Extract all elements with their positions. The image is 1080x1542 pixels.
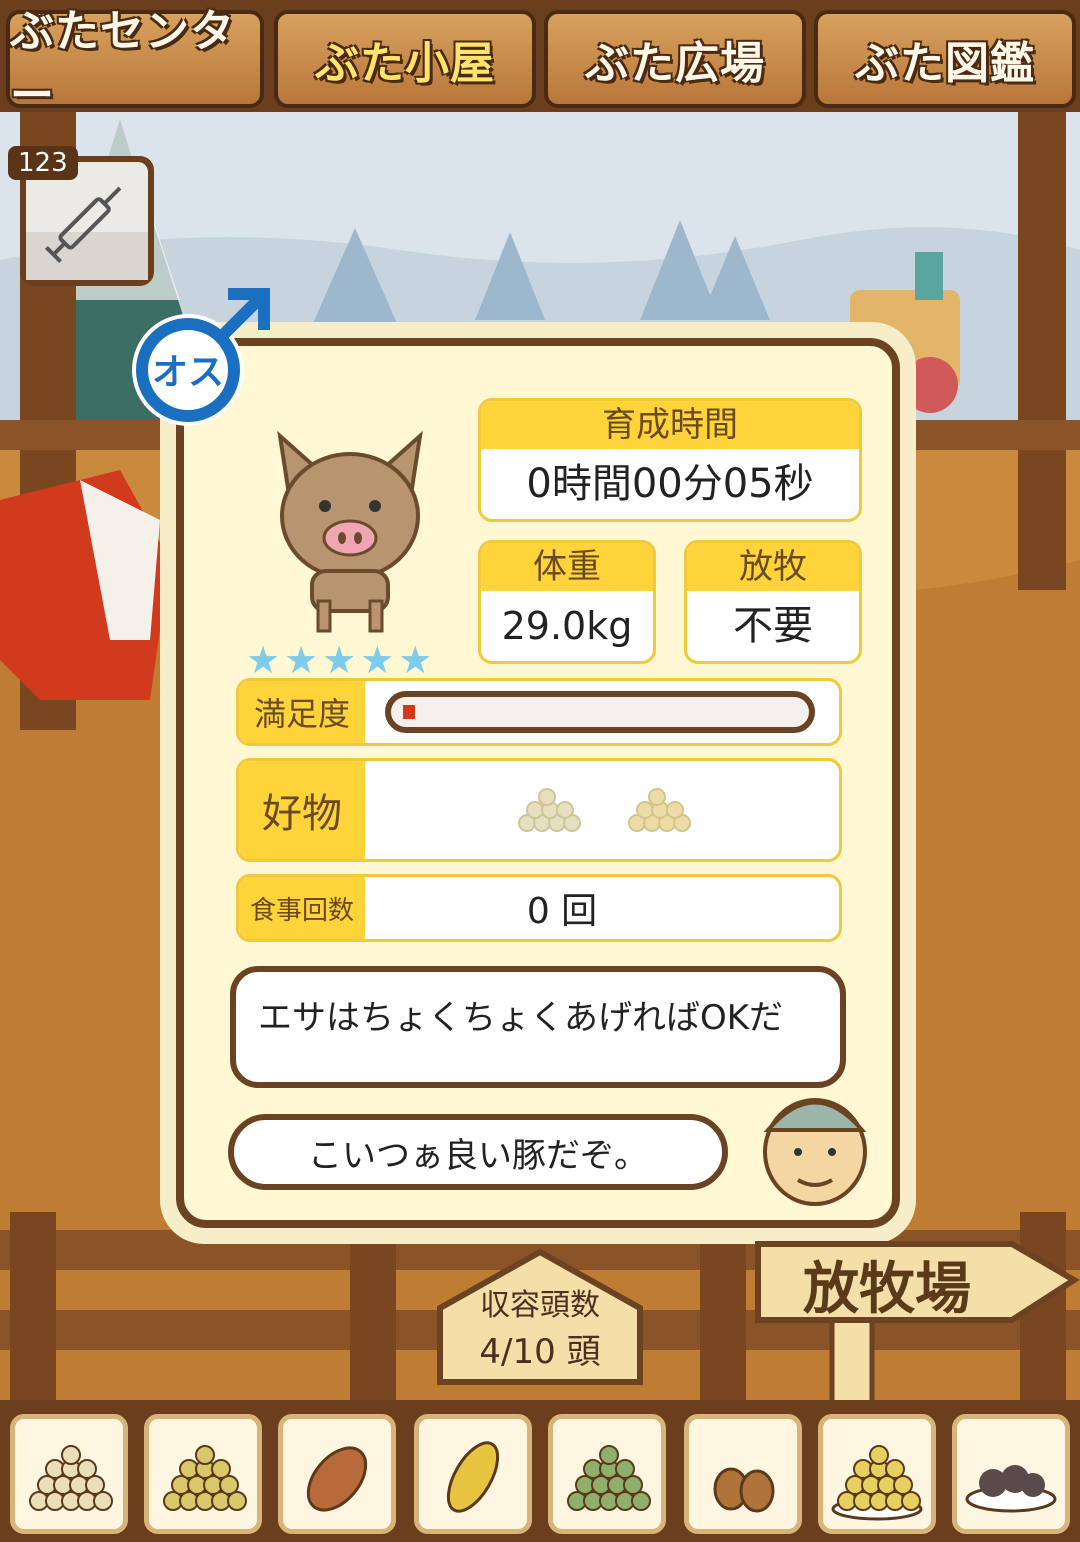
tab-buta-zukan[interactable]: ぶた図鑑 [814,10,1076,108]
feed-basic-icon [518,788,581,832]
vegetable-feed-icon [567,1445,651,1511]
favorite-food-row: 好物 [236,758,842,862]
comment-bubble: こいつぁ良い豚だぞ。 [228,1114,728,1190]
satisfaction-label: 満足度 [239,681,365,743]
feed-mixed-icon [163,1445,247,1511]
satisfaction-row: 満足度 [236,678,842,746]
weight-card: 体重 29.0kg [478,540,656,664]
meals-value: 0 回 [526,891,598,932]
feed-plate-button[interactable] [818,1414,936,1534]
tab-buta-goya[interactable]: ぶた小屋 [274,10,536,108]
grazing-label: 放牧 [687,543,859,591]
feed-mixed-icon [628,788,691,832]
tab-buta-hiroba[interactable]: ぶた広場 [544,10,806,108]
pig-illustration [277,430,423,633]
corn-button[interactable] [414,1414,532,1534]
feed-basic-button[interactable] [10,1414,128,1534]
raise-time-value: 0時間00分05秒 [526,461,814,507]
satisfaction-gauge [385,691,815,733]
raise-time-card: 育成時間 0時間00分05秒 [478,398,862,522]
comment-text: こいつぁ良い豚だぞ。 [308,1135,648,1176]
sweet-potato-icon [306,1446,368,1512]
capacity-label: 収容頭数 [480,1288,600,1323]
acorn-icon [713,1467,775,1513]
meal-count-row: 食事回数 0 回 [236,874,842,942]
favorite-label: 好物 [239,761,365,859]
tab-buta-center[interactable]: ぶたセンター [6,6,264,121]
syringe-count: 123 [8,146,78,180]
acorn-button[interactable] [684,1414,802,1534]
top-tab-bar: ぶたセンター ぶた小屋 ぶた広場 ぶた図鑑 [0,0,1080,121]
farmer-avatar [763,1098,867,1206]
male-gender-icon: オス [132,288,270,426]
grazing-card: 放牧 不要 [684,540,862,664]
capacity-value: 4/10 頭 [479,1332,601,1372]
weight-value: 29.0kg [501,604,633,648]
feed-plate-icon [831,1445,923,1521]
corn-icon [446,1441,500,1513]
meals-label: 食事回数 [239,877,365,939]
advice-bubble: エサはちょくちょくあげればOKだ [230,966,846,1088]
vegetable-feed-button[interactable] [548,1414,666,1534]
weight-label: 体重 [481,543,653,591]
advice-text: エサはちょくちょくあげればOKだ [258,998,784,1038]
truffle-plate-icon [965,1465,1057,1513]
truffle-plate-button[interactable] [952,1414,1070,1534]
gender-label: オス [152,352,224,393]
sweet-potato-button[interactable] [278,1414,396,1534]
satisfaction-fill [403,705,415,719]
feed-basic-icon [29,1445,113,1511]
feed-mixed-button[interactable] [144,1414,262,1534]
raise-time-label: 育成時間 [481,401,859,449]
pasture-button[interactable]: 放牧場 [772,1246,1002,1322]
star-rating: ★★★★★ [246,638,437,682]
grazing-value: 不要 [733,603,813,649]
